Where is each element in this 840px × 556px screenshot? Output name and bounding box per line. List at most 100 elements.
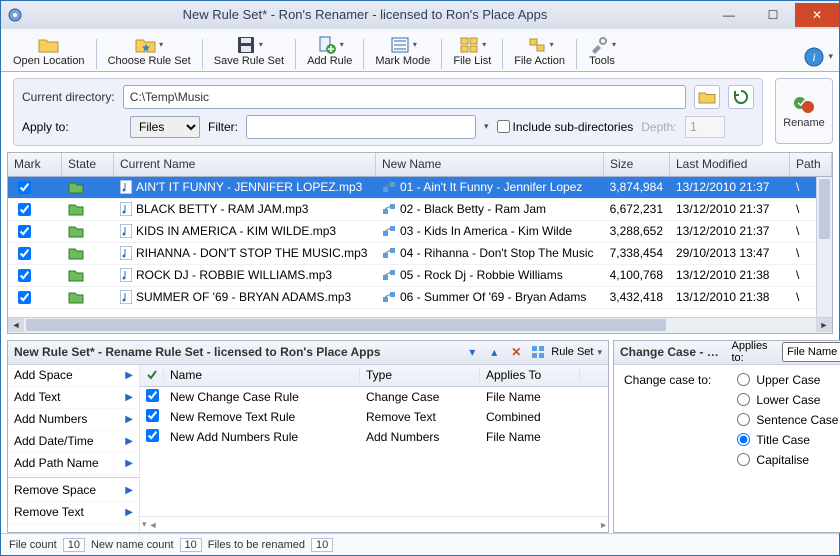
open-location-button[interactable]: Open Location [7,33,91,69]
col-state[interactable]: State [62,153,114,176]
table-row[interactable]: AIN'T IT FUNNY - JENNIFER LOPEZ.mp301 - … [8,177,832,199]
case-radio[interactable] [737,433,750,446]
mark-checkbox[interactable] [18,269,31,282]
folder-open-icon [38,35,60,55]
rule-action-item[interactable]: Add Space▶ [8,365,139,387]
add-rule-button[interactable]: ▾ Add Rule [301,33,358,69]
window-controls: — ☐ ✕ [707,3,839,27]
rule-row[interactable]: New Add Numbers RuleAdd NumbersFile Name [140,427,608,447]
case-option[interactable]: Sentence Case [737,413,838,427]
state-icon [68,224,84,238]
case-option[interactable]: Lower Case [737,393,838,407]
col-mark[interactable]: Mark [8,153,62,176]
rule-name-cell: New Add Numbers Rule [164,430,360,444]
mark-checkbox[interactable] [18,203,31,216]
chevron-down-icon[interactable]: ▾ [597,347,602,358]
size-cell: 3,874,984 [604,180,670,194]
new-name-cell: 06 - Summer Of '69 - Bryan Adams [400,290,586,304]
file-action-button[interactable]: ▾ File Action [508,33,571,69]
apply-to-label: Apply to: [22,120,122,134]
include-subdirs-checkbox[interactable]: Include sub-directories [497,120,634,134]
horizontal-scrollbar[interactable]: ◄ ► [8,317,832,333]
chevron-down-icon[interactable]: ▾ [484,121,489,132]
maximize-button[interactable]: ☐ [751,3,795,27]
window-title: New Rule Set* - Ron's Renamer - licensed… [23,7,707,22]
rule-action-label: Remove Text [14,505,84,519]
case-option[interactable]: Title Case [737,433,838,447]
save-rule-set-button[interactable]: ▾ Save Rule Set [208,33,290,69]
rules-horizontal-scrollbar[interactable]: ▾ ◄ ► [140,516,608,532]
col-path[interactable]: Path [790,153,832,176]
table-row[interactable]: RIHANNA - DON'T STOP THE MUSIC.mp304 - R… [8,243,832,265]
file-list-label: File List [453,55,491,67]
music-file-icon [120,246,132,260]
rules-col-applies[interactable]: Applies To [480,368,580,382]
delete-rule-icon[interactable]: ✕ [507,343,525,361]
choose-rule-set-button[interactable]: ▾ Choose Rule Set [102,33,197,69]
title-bar: New Rule Set* - Ron's Renamer - licensed… [1,1,839,29]
close-button[interactable]: ✕ [795,3,839,27]
col-last-modified[interactable]: Last Modified [670,153,790,176]
tools-button[interactable]: ▾ Tools [582,33,622,69]
rule-action-list: Add Space▶Add Text▶Add Numbers▶Add Date/… [8,365,140,533]
case-radio[interactable] [737,393,750,406]
play-icon: ▶ [125,392,133,403]
case-option[interactable]: Upper Case [737,373,838,387]
applies-to-select[interactable]: File Name [782,342,840,362]
table-row[interactable]: ROCK DJ - ROBBIE WILLIAMS.mp305 - Rock D… [8,265,832,287]
rules-col-type[interactable]: Type [360,368,480,382]
tools-icon [588,35,610,55]
rule-action-item[interactable]: Add Numbers▶ [8,409,139,431]
rule-action-item[interactable]: Add Date/Time▶ [8,431,139,453]
rules-col-toggle[interactable] [140,369,164,381]
collapse-down-icon[interactable]: ▾ [463,343,481,361]
rule-action-item[interactable]: Add Path Name▶ [8,453,139,475]
col-current-name[interactable]: Current Name [114,153,376,176]
rule-action-item[interactable]: Add Text▶ [8,387,139,409]
add-rule-icon [316,35,338,55]
col-new-name[interactable]: New Name [376,153,604,176]
rule-action-item[interactable]: Remove Space▶ [8,480,139,502]
file-count-label: File count [9,539,57,551]
vertical-scrollbar[interactable] [816,177,832,317]
chevron-down-icon[interactable]: ▾ [828,51,833,62]
mark-checkbox[interactable] [18,291,31,304]
table-row[interactable]: BLACK BETTY - RAM JAM.mp302 - Black Bett… [8,199,832,221]
chevron-down-icon: ▾ [159,40,163,49]
rule-row[interactable]: New Change Case RuleChange CaseFile Name [140,387,608,407]
rule-enabled-checkbox[interactable] [146,389,159,402]
mark-mode-button[interactable]: ▾ Mark Mode [369,33,436,69]
mark-checkbox[interactable] [18,225,31,238]
rule-set-options-icon[interactable] [529,343,547,361]
mark-checkbox[interactable] [18,181,31,194]
current-directory-input[interactable] [123,85,686,109]
state-icon [68,290,84,304]
case-radio[interactable] [737,373,750,386]
browse-folder-button[interactable] [694,85,720,109]
rules-col-name[interactable]: Name [164,368,360,382]
file-grid-body[interactable]: AIN'T IT FUNNY - JENNIFER LOPEZ.mp301 - … [8,177,832,317]
rule-set-panel: New Rule Set* - Rename Rule Set - licens… [7,340,609,534]
case-radio[interactable] [737,453,750,466]
file-list-button[interactable]: ▾ File List [447,33,497,69]
filter-input[interactable] [246,115,476,139]
rename-button[interactable]: Rename [775,78,833,144]
table-row[interactable]: KIDS IN AMERICA - KIM WILDE.mp303 - Kids… [8,221,832,243]
rule-action-item[interactable]: Remove Text▶ [8,502,139,524]
rule-set-dropdown-label[interactable]: Rule Set [551,346,593,358]
refresh-button[interactable] [728,85,754,109]
rule-row[interactable]: New Remove Text RuleRemove TextCombined [140,407,608,427]
rule-enabled-checkbox[interactable] [146,409,159,422]
case-radio[interactable] [737,413,750,426]
minimize-button[interactable]: — [707,3,751,27]
col-size[interactable]: Size [604,153,670,176]
mark-checkbox[interactable] [18,247,31,260]
case-option[interactable]: Capitalise [737,453,838,467]
rule-enabled-checkbox[interactable] [146,429,159,442]
info-icon[interactable]: i [802,45,826,69]
rename-icon [792,93,816,117]
table-row[interactable]: SUMMER OF '69 - BRYAN ADAMS.mp306 - Summ… [8,287,832,309]
rename-state-icon [382,202,396,216]
move-up-icon[interactable]: ▴ [485,343,503,361]
apply-to-select[interactable]: Files [130,116,200,138]
